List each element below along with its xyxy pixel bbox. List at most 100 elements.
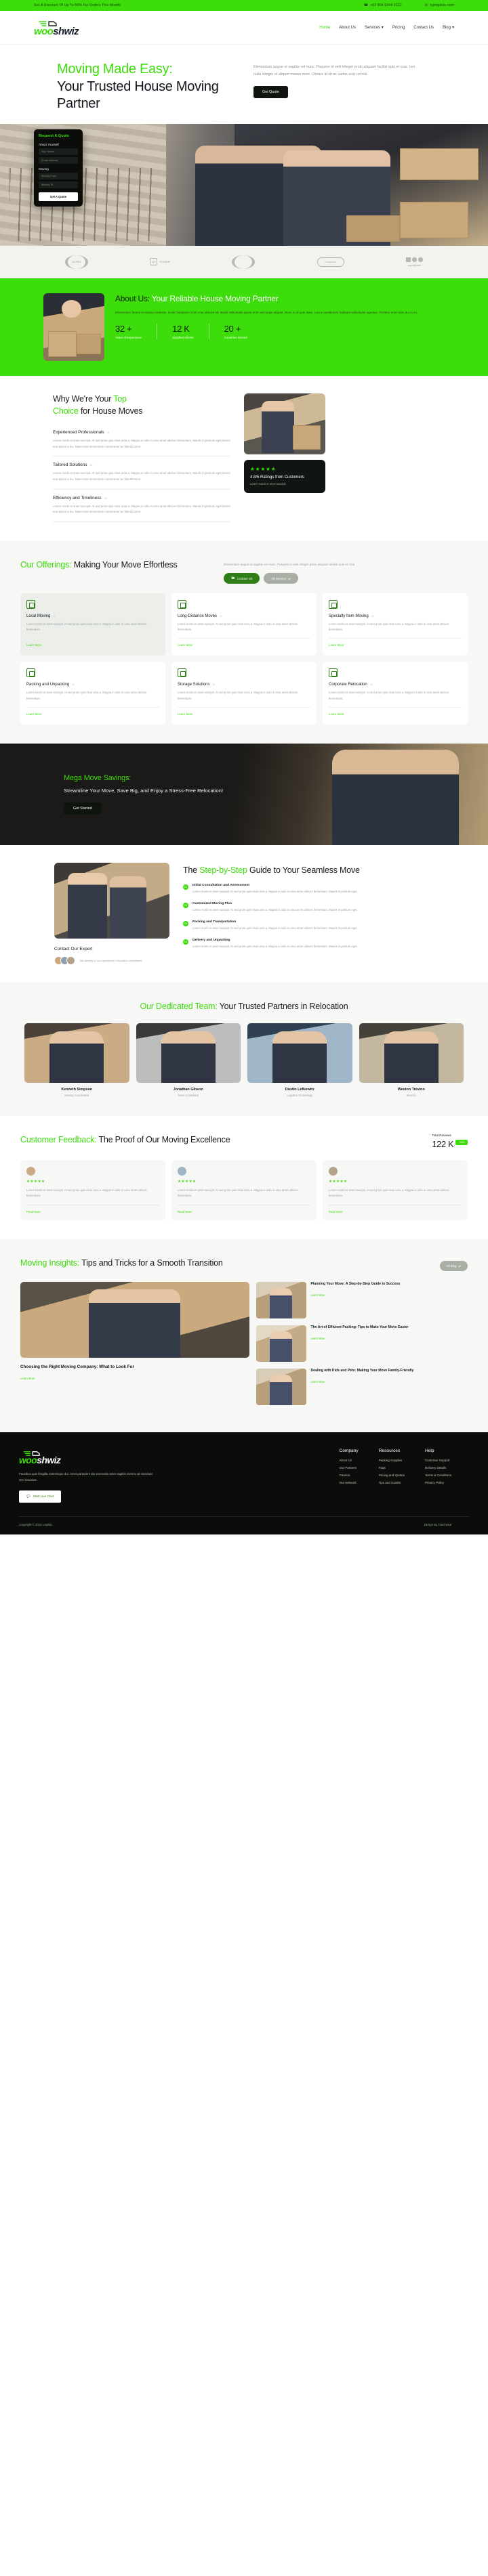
team-member-photo bbox=[359, 1023, 464, 1083]
team-member-photo bbox=[247, 1023, 352, 1083]
footer-link-about-us[interactable]: About Us bbox=[339, 1459, 358, 1462]
about-image bbox=[43, 293, 104, 361]
step-number-badge: 01 bbox=[183, 884, 188, 890]
all-blog-button[interactable]: All Blog ⥂ bbox=[439, 1261, 468, 1272]
learn-more-link[interactable]: Learn More bbox=[311, 1337, 325, 1340]
packing-icon bbox=[26, 668, 35, 678]
learn-more-link[interactable]: Learn More bbox=[311, 1380, 325, 1383]
truck-logo-icon bbox=[22, 1448, 155, 1457]
rating-subtitle: Lorem morbi et amet suscipit. bbox=[250, 481, 287, 486]
moving-to-input[interactable]: Moving To bbox=[39, 181, 78, 188]
stat-item: 20 + Countries Served bbox=[224, 324, 247, 340]
nav-item-home[interactable]: Home bbox=[319, 26, 330, 30]
footer-link-pricing-and-quotes[interactable]: Pricing and Quotes bbox=[379, 1474, 405, 1477]
nav-links: Home About Us Services ▾ Pricing Contact … bbox=[319, 25, 454, 30]
star-rating-icon: ★★★★★ bbox=[178, 1179, 197, 1184]
footer-link-privacy-policy[interactable]: Privacy Policy bbox=[425, 1481, 451, 1484]
offerings-title: Our Offerings: Making Your Move Effortle… bbox=[20, 559, 178, 570]
phone-contact[interactable]: ☎ +62 864 6444 2222 bbox=[364, 3, 402, 7]
nav-item-pricing[interactable]: Pricing bbox=[392, 26, 405, 30]
footer-link-packing-supplies[interactable]: Packing Supplies bbox=[379, 1459, 405, 1462]
footer-link-careers[interactable]: Careers bbox=[339, 1474, 358, 1477]
start-live-chat-button[interactable]: 💬 Start Live Chat bbox=[19, 1490, 62, 1503]
learn-more-link[interactable]: Learn More bbox=[311, 1293, 325, 1297]
service-card-local-moving[interactable]: Local Moving 01 Lorem morbi et amet susci… bbox=[20, 593, 165, 656]
get-quote-button[interactable]: Get Quote bbox=[253, 85, 288, 98]
blog-featured-post[interactable]: Choosing the Right Moving Company: What … bbox=[20, 1282, 249, 1412]
service-card-packing[interactable]: Packing and Unpacking 04 Lorem morbi et a… bbox=[20, 662, 165, 725]
reviews-growth-badge: +12% bbox=[455, 1140, 468, 1146]
team-member-card[interactable]: Weston Trevino Director bbox=[359, 1023, 464, 1097]
nav-item-blog[interactable]: Blog ▾ bbox=[443, 25, 454, 30]
all-service-button[interactable]: All Service ⥂ bbox=[264, 573, 298, 584]
mail-icon: ✉ bbox=[424, 3, 428, 7]
read-more-link[interactable]: Read More bbox=[178, 1205, 310, 1214]
local-moving-icon bbox=[26, 600, 35, 609]
testimonial-card: ★★★★★ Lorem morbi et amet suscipit. At s… bbox=[171, 1159, 317, 1221]
avatar bbox=[66, 956, 75, 965]
email-contact[interactable]: ✉ hiplogistic.com bbox=[425, 3, 454, 7]
learn-more-link[interactable]: Learn More bbox=[329, 706, 462, 716]
footer-link-terms-conditions[interactable]: Terms & Conditions bbox=[425, 1474, 451, 1477]
why-image bbox=[244, 393, 325, 454]
nav-item-about-us[interactable]: About Us bbox=[339, 26, 356, 30]
learn-more-link[interactable]: Learn More bbox=[178, 706, 310, 716]
service-card-storage[interactable]: Storage Solutions 05 Lorem morbi et amet … bbox=[171, 662, 317, 725]
hero-bg-rail bbox=[9, 167, 157, 241]
team-member-card[interactable]: Dustin Lefkowitz Logistics Technology bbox=[247, 1023, 352, 1097]
truck-icon bbox=[178, 600, 186, 609]
testimonials-section: Customer Feedback: The Proof of Our Movi… bbox=[0, 1115, 488, 1240]
team-member-photo bbox=[136, 1023, 241, 1083]
contact-us-button[interactable]: ☎ Contact Us bbox=[224, 573, 260, 584]
read-more-link[interactable]: Read More bbox=[329, 1205, 462, 1214]
step-number-badge: 04 bbox=[183, 939, 188, 945]
phone-icon: ☎ bbox=[231, 576, 235, 580]
nav-item-services[interactable]: Services ▾ bbox=[365, 25, 384, 30]
about-stats: 32 + Years of Experience 12 K Satisfied … bbox=[115, 324, 436, 340]
promo-subtitle: Streamline Your Move, Save Big, and Enjo… bbox=[64, 787, 224, 794]
blog-section: Moving Insights: Tips and Tricks for a S… bbox=[0, 1239, 488, 1433]
footer-link-delivery-details[interactable]: Delivery Details bbox=[425, 1466, 451, 1469]
service-card-corporate[interactable]: Corporate Relocation 06 Lorem morbi et am… bbox=[323, 662, 468, 725]
nav-item-contact-us[interactable]: Contact Us bbox=[413, 26, 434, 30]
blog-title: Moving Insights: Tips and Tricks for a S… bbox=[20, 1258, 223, 1268]
email-address: hiplogistic.com bbox=[430, 3, 454, 7]
learn-more-link[interactable]: Learn More bbox=[329, 638, 462, 647]
team-member-card[interactable]: Jonathan Gibson Move Consultant bbox=[136, 1023, 241, 1097]
stat-item: 12 K Satisfied Clients bbox=[172, 324, 209, 340]
footer-link-our-partners[interactable]: Our Partners bbox=[339, 1466, 358, 1469]
blog-post-thumbnail bbox=[256, 1282, 306, 1319]
learn-more-link[interactable]: Learn More bbox=[178, 638, 310, 647]
footer-link-tips-and-guides[interactable]: Tips and Guides bbox=[379, 1481, 405, 1484]
service-card-specialty-item[interactable]: Specialty Item Moving 03 Lorem morbi et a… bbox=[323, 593, 468, 656]
team-member-card[interactable]: Kenneth Simpson Moving Coordinator bbox=[24, 1023, 129, 1097]
partner-logo-ultra: ULTRA bbox=[65, 255, 88, 269]
quote-form-submit-button[interactable]: Get A Quote bbox=[39, 192, 78, 201]
get-started-button[interactable]: Get Started bbox=[64, 802, 102, 815]
hero-title: Moving Made Easy: Your Trusted House Mov… bbox=[57, 61, 237, 113]
learn-more-link[interactable]: Learn More bbox=[26, 638, 159, 647]
moving-from-input[interactable]: Moving From bbox=[39, 172, 78, 179]
footer-link-customer-support[interactable]: Customer Support bbox=[425, 1459, 451, 1462]
service-card-long-distance[interactable]: Long-Distance Moves 02 Lorem morbi et ame… bbox=[171, 593, 317, 656]
blog-post-item[interactable]: The Art of Efficient Packing: Tips to Ma… bbox=[256, 1325, 468, 1362]
arrow-circle-icon: ⥂ bbox=[288, 576, 291, 580]
footer-column-company: Company About Us Our Partners Careers Ou… bbox=[339, 1448, 359, 1485]
phone-icon: ☎ bbox=[363, 3, 369, 7]
footer-logo[interactable]: wooshwiz bbox=[19, 1448, 155, 1465]
footer-description: Faucibus quis fringilla scelerisque dui.… bbox=[19, 1472, 153, 1482]
footer-link-our-network[interactable]: Our Network bbox=[339, 1481, 358, 1484]
blog-post-item[interactable]: Dealing with Kids and Pets: Making Your … bbox=[256, 1369, 468, 1406]
chevron-down-icon: ▾ bbox=[451, 26, 454, 30]
read-more-link[interactable]: Read More bbox=[26, 1205, 159, 1214]
blog-post-item[interactable]: Planning Your Move: A Step-by-Step Guide… bbox=[256, 1282, 468, 1319]
learn-more-link[interactable]: Learn More bbox=[20, 1377, 35, 1380]
name-input[interactable]: Your Name bbox=[39, 148, 78, 155]
learn-more-link[interactable]: Learn More bbox=[26, 706, 159, 716]
chevron-down-icon: ▾ bbox=[381, 26, 384, 30]
footer-link-faqs[interactable]: Faqs bbox=[379, 1466, 405, 1469]
email-input[interactable]: Email Address bbox=[39, 156, 78, 164]
request-quote-form: Request A Quote About Yourself Your Name… bbox=[34, 129, 83, 207]
hero-box bbox=[346, 215, 401, 242]
site-logo[interactable]: wooshwiz bbox=[34, 19, 95, 37]
